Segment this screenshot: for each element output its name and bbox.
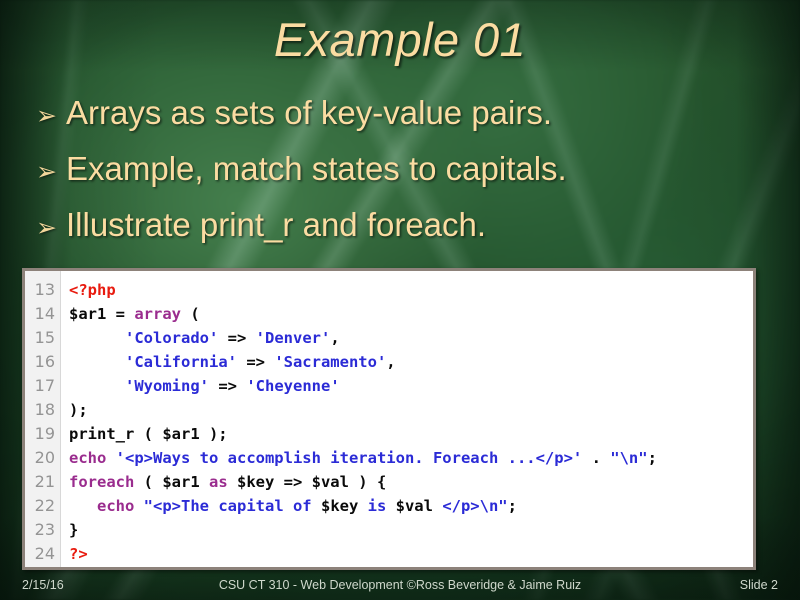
code-token-str: 'Colorado' <box>125 329 219 347</box>
code-token-plain: ( $ar1 <box>134 473 209 491</box>
code-token-str <box>433 497 442 515</box>
code-line: echo '<p>Ways to accomplish iteration. F… <box>69 446 753 470</box>
code-token-plain: => <box>236 353 275 371</box>
code-token-str: "<p>The capital of <box>143 497 321 515</box>
code-line: ); <box>69 398 753 422</box>
code-token-kw: echo <box>97 497 135 515</box>
code-line-number: 23 <box>34 520 55 539</box>
code-line-number: 18 <box>34 400 55 419</box>
code-token-plain: ; <box>647 449 657 467</box>
code-token-plain: , <box>386 353 396 371</box>
code-token-plain: ); <box>69 401 88 419</box>
code-token-plain: } <box>69 521 79 539</box>
code-token-str: 'Sacramento' <box>274 353 387 371</box>
code-line: $ar1 = array ( <box>69 302 753 326</box>
code-token-plain: , <box>330 329 340 347</box>
code-token-plain: . <box>582 449 611 467</box>
code-token-kw: as <box>208 473 228 491</box>
code-token-plain: $key <box>320 497 359 515</box>
code-token-str: 'California' <box>125 353 237 371</box>
code-token-plain: ( <box>181 305 200 323</box>
code-token-tag: ?> <box>69 545 88 563</box>
code-token-str: 'Wyoming' <box>125 377 209 395</box>
code-token-plain: => <box>209 377 247 395</box>
code-line-number: 22 <box>34 496 55 515</box>
code-token-kw: foreach <box>69 473 135 491</box>
code-token-str: is <box>358 497 396 515</box>
code-token-str: 'Denver' <box>255 329 331 347</box>
code-line: <?php <box>69 278 753 302</box>
bullet-item: ➢ Illustrate print_r and foreach. <box>36 208 766 250</box>
code-line: } <box>69 518 753 542</box>
code-line: 'Wyoming' => 'Cheyenne' <box>69 374 753 398</box>
code-token-plain: ; <box>507 497 517 515</box>
bullet-arrow-icon: ➢ <box>36 102 57 130</box>
code-snippet-box: 13 14 15 16 17 18 19 20 21 22 23 24 <?php $ar1 = arr… <box>22 268 756 570</box>
code-line-number: 24 <box>34 544 55 563</box>
code-line: 'California' => 'Sacramento', <box>69 350 753 374</box>
footer-course-credit: CSU CT 310 - Web Development ©Ross Bever… <box>218 578 582 592</box>
code-token-plain: $val <box>395 497 433 515</box>
bullet-list: ➢ Arrays as sets of key-value pairs. ➢ Exam… <box>36 96 766 264</box>
bullet-item-label: Illustrate print_r and foreach. <box>66 206 487 243</box>
code-line-number: 17 <box>34 376 55 395</box>
bullet-arrow-icon: ➢ <box>36 214 57 242</box>
code-line-number: 13 <box>34 280 55 299</box>
code-token-str: "\n" <box>610 449 648 467</box>
code-token-plain: => <box>218 329 256 347</box>
code-line: foreach ( $ar1 as $key => $val ) { <box>69 470 753 494</box>
slide-footer: 2/15/16 CSU CT 310 - Web Development ©Ro… <box>0 572 800 600</box>
code-line-number: 21 <box>34 472 55 491</box>
code-line: 'Colorado' => 'Denver', <box>69 326 753 350</box>
code-line-number: 14 <box>34 304 55 323</box>
code-line-number-gutter: 13 14 15 16 17 18 19 20 21 22 23 24 <box>25 271 61 567</box>
slide-title: Example 01 <box>273 13 527 66</box>
code-token-plain: $ar1 = <box>69 305 135 323</box>
code-token-str: 'Cheyenne' <box>246 377 340 395</box>
code-token-str: </p>\n" <box>442 497 508 515</box>
bullet-item: ➢ Arrays as sets of key-value pairs. <box>36 96 766 138</box>
code-token-str: '<p>Ways to accomplish iteration. Foreac… <box>115 449 583 467</box>
code-line: echo "<p>The capital of $key is $val </p… <box>69 494 753 518</box>
code-line-number: 16 <box>34 352 55 371</box>
footer-slide-number: Slide 2 <box>739 578 778 592</box>
code-token-plain: $key => $val ) { <box>227 473 387 491</box>
code-line: ?> <box>69 542 753 566</box>
bullet-item-label: Example, match states to capitals. <box>66 150 567 187</box>
code-line-number: 20 <box>34 448 55 467</box>
code-token-plain: print_r ( $ar1 ); <box>69 425 228 443</box>
code-content: <?php $ar1 = array ( 'Colorado' => 'Denve… <box>61 271 753 567</box>
bullet-item: ➢ Example, match states to capitals. <box>36 152 766 194</box>
code-token-kw: array <box>134 305 181 323</box>
code-line: print_r ( $ar1 ); <box>69 422 753 446</box>
slide: Example 01 ➢ Arrays as sets of key-value … <box>0 0 800 600</box>
bullet-arrow-icon: ➢ <box>36 158 57 186</box>
bullet-item-label: Arrays as sets of key-value pairs. <box>66 94 553 131</box>
code-token-kw: echo <box>69 449 107 467</box>
code-line-number: 19 <box>34 424 55 443</box>
code-token-tag: <?php <box>69 281 116 299</box>
code-line-number: 15 <box>34 328 55 347</box>
